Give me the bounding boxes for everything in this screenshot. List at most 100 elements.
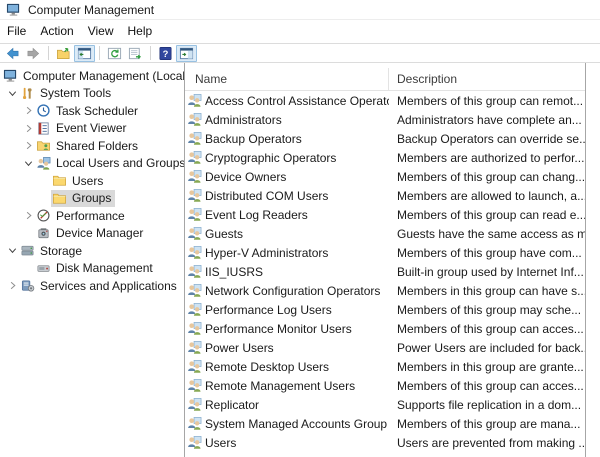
export-list-button[interactable] (125, 45, 146, 62)
collapsed-chevron-icon[interactable] (22, 139, 35, 152)
tree-item-label: Groups (72, 191, 112, 206)
group-row-iis-iusrs[interactable]: IIS_IUSRS Built-in group used by Internet… (185, 262, 585, 281)
group-row-guests[interactable]: Guests Guests have the same access as m..… (185, 224, 585, 243)
up-one-level-icon (56, 46, 71, 61)
forward-arrow-icon (26, 46, 41, 61)
group-name: Performance Log Users (205, 302, 332, 317)
tree-item-label: Device Manager (56, 226, 144, 241)
group-name: Performance Monitor Users (205, 321, 352, 336)
tree-item-disk-management[interactable]: Disk Management (0, 260, 184, 278)
help-button[interactable]: ? (155, 45, 176, 62)
group-icon (187, 340, 202, 355)
refresh-button[interactable] (104, 45, 125, 62)
group-row-cryptographic-operators[interactable]: Cryptographic Operators Members are autho… (185, 148, 585, 167)
group-row-access-control-assistance-operators[interactable]: Access Control Assistance Operators Membe… (185, 91, 585, 110)
tree-item-label: Task Scheduler (56, 103, 139, 118)
group-row-users[interactable]: Users Users are prevented from making ... (185, 433, 585, 452)
group-row-administrators[interactable]: Administrators Administrators have comple… (185, 110, 585, 129)
group-icon (187, 264, 202, 279)
group-row-power-users[interactable]: Power Users Power Users are included for … (185, 338, 585, 357)
back-arrow-button[interactable] (2, 45, 23, 62)
group-row-system-managed-accounts-group[interactable]: System Managed Accounts Group Members of … (185, 414, 585, 433)
group-description: Members in this group are grante... (397, 359, 584, 374)
expanded-chevron-icon[interactable] (6, 244, 19, 257)
group-row-performance-log-users[interactable]: Performance Log Users Members of this gro… (185, 300, 585, 319)
folder-icon (52, 191, 68, 206)
group-name: Device Owners (205, 169, 287, 184)
tree-item-device-manager[interactable]: Device Manager (0, 225, 184, 243)
users-groups-icon (36, 156, 52, 171)
tree-item-services-and-applications[interactable]: Services and Applications (0, 277, 184, 295)
menu-file[interactable]: File (0, 20, 33, 43)
tree-item-label: Disk Management (56, 261, 153, 276)
group-icon (187, 359, 202, 374)
group-row-backup-operators[interactable]: Backup Operators Backup Operators can ove… (185, 129, 585, 148)
group-row-hyper-v-administrators[interactable]: Hyper-V Administrators Members of this gr… (185, 243, 585, 262)
group-name-cell: Users (185, 435, 389, 450)
tree-item-groups[interactable]: Groups (0, 189, 184, 208)
group-icon (187, 321, 202, 336)
forward-arrow-button[interactable] (23, 45, 44, 62)
group-icon (187, 207, 202, 222)
window-title: Computer Management (28, 2, 155, 17)
menu-action[interactable]: Action (33, 20, 80, 43)
group-description: Supports file replication in a dom... (397, 397, 582, 412)
group-row-remote-management-users[interactable]: Remote Management Users Members of this g… (185, 376, 585, 395)
group-name-cell: Administrators (185, 112, 389, 127)
menu-view[interactable]: View (81, 20, 121, 43)
show-action-pane-button[interactable] (176, 44, 197, 62)
refresh-icon (107, 46, 122, 61)
column-header-name[interactable]: Name (185, 68, 389, 90)
up-one-level-button[interactable] (53, 45, 74, 62)
column-header-description[interactable]: Description (389, 68, 585, 90)
expanded-chevron-icon[interactable] (22, 157, 35, 170)
menu-help[interactable]: Help (121, 20, 160, 43)
list-rows: Access Control Assistance Operators Membe… (185, 91, 585, 452)
tree-item-users[interactable]: Users (0, 172, 184, 190)
show-console-tree-button[interactable] (74, 44, 95, 62)
group-icon (187, 416, 202, 431)
group-description: Members of this group can remot... (397, 93, 584, 108)
collapsed-chevron-icon[interactable] (22, 209, 35, 222)
group-description: Built-in group used by Internet Inf... (397, 264, 584, 279)
tree-item-performance[interactable]: Performance (0, 207, 184, 225)
app-icon (6, 2, 21, 17)
group-description: Members of this group can read e... (397, 207, 585, 222)
task-scheduler-icon (36, 103, 52, 118)
tree-item-event-viewer[interactable]: Event Viewer (0, 120, 184, 138)
groups-list-pane: Name Description Access Control Assistan… (185, 63, 586, 457)
toolbar: ? (0, 44, 600, 63)
group-description: Members of this group have com... (397, 245, 582, 260)
collapsed-chevron-icon[interactable] (6, 279, 19, 292)
tree-item-system-tools[interactable]: System Tools (0, 85, 184, 103)
group-row-replicator[interactable]: Replicator Supports file replication in a… (185, 395, 585, 414)
tree-item-computer-management-local[interactable]: Computer Management (Local (0, 67, 184, 85)
title-bar: Computer Management (0, 0, 600, 20)
group-row-distributed-com-users[interactable]: Distributed COM Users Members are allowed… (185, 186, 585, 205)
group-row-device-owners[interactable]: Device Owners Members of this group can c… (185, 167, 585, 186)
group-row-performance-monitor-users[interactable]: Performance Monitor Users Members of this… (185, 319, 585, 338)
group-row-event-log-readers[interactable]: Event Log Readers Members of this group c… (185, 205, 585, 224)
collapsed-chevron-icon[interactable] (22, 122, 35, 135)
tree-item-shared-folders[interactable]: Shared Folders (0, 137, 184, 155)
group-description: Backup Operators can override se... (397, 131, 585, 146)
group-row-remote-desktop-users[interactable]: Remote Desktop Users Members in this grou… (185, 357, 585, 376)
tree-item-label: Local Users and Groups (56, 156, 185, 171)
group-row-network-configuration-operators[interactable]: Network Configuration Operators Members i… (185, 281, 585, 300)
tree-item-storage[interactable]: Storage (0, 242, 184, 260)
group-name: System Managed Accounts Group (205, 416, 388, 431)
tree-item-local-users-and-groups[interactable]: Local Users and Groups (0, 155, 184, 173)
collapsed-chevron-icon[interactable] (22, 104, 35, 117)
tree-item-task-scheduler[interactable]: Task Scheduler (0, 102, 184, 120)
back-arrow-icon (5, 46, 20, 61)
group-name: Remote Management Users (205, 378, 356, 393)
group-description: Users are prevented from making ... (397, 435, 585, 450)
main-content: Computer Management (Local System Tools Ta… (0, 63, 600, 457)
group-icon (187, 112, 202, 127)
expanded-chevron-icon[interactable] (6, 87, 19, 100)
group-name-cell: System Managed Accounts Group (185, 416, 389, 431)
device-manager-icon (36, 226, 52, 241)
group-name-cell: Device Owners (185, 169, 389, 184)
tree-item-label: System Tools (40, 86, 112, 101)
